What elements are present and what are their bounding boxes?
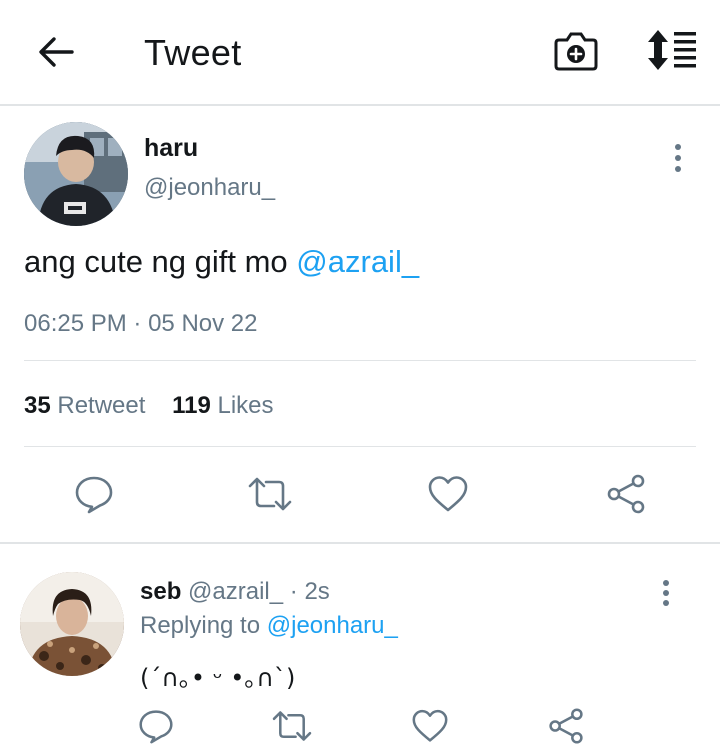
top-bar: Tweet xyxy=(0,0,720,106)
reply-actions xyxy=(0,706,720,746)
replying-handle-link[interactable]: @jeonharu_ xyxy=(267,612,398,639)
retweet-button[interactable] xyxy=(248,472,292,516)
likes-count: 119 xyxy=(172,392,211,419)
more-options-button[interactable] xyxy=(664,142,692,174)
more-dot-icon xyxy=(675,144,681,150)
author-name[interactable]: haru xyxy=(144,134,198,163)
page-title: Tweet xyxy=(144,32,242,73)
retweet-label: Retweet xyxy=(57,392,146,419)
replying-prefix: Replying to xyxy=(140,612,267,639)
tweet-timestamp: 06:25 PM · 05 Nov 22 xyxy=(24,310,257,338)
mention-link[interactable]: @azrail_ xyxy=(296,244,419,279)
reply-author-name[interactable]: seb xyxy=(140,578,181,605)
retweet-icon xyxy=(248,477,292,511)
reply-more-options-button[interactable] xyxy=(652,578,680,608)
tweet-date: 05 Nov 22 xyxy=(148,310,258,337)
camera-plus-icon xyxy=(554,32,598,71)
like-button[interactable] xyxy=(426,472,470,516)
reply-avatar[interactable] xyxy=(20,572,124,676)
tweet-body: ang cute ng gift mo xyxy=(24,244,297,279)
back-button[interactable] xyxy=(36,32,76,72)
heart-icon xyxy=(428,476,468,512)
section-divider xyxy=(0,542,720,544)
profile-photo xyxy=(20,572,124,676)
share-icon xyxy=(549,708,583,744)
reply-header: seb @azrail_ · 2s xyxy=(140,578,330,606)
reply-like-button[interactable] xyxy=(410,706,450,746)
reply-text: (´∩｡• ᵕ •｡∩`) xyxy=(140,664,296,692)
sort-list-icon xyxy=(648,30,696,70)
tweet-time: 06:25 PM xyxy=(24,310,127,337)
reply-separator: · xyxy=(289,578,298,605)
heart-icon xyxy=(412,709,448,742)
share-button[interactable] xyxy=(604,472,648,516)
camera-button[interactable] xyxy=(553,30,599,72)
tweet-actions xyxy=(0,472,720,516)
share-icon xyxy=(607,474,645,514)
retweet-count: 35 xyxy=(24,392,51,419)
divider xyxy=(24,360,696,361)
reply-share-button[interactable] xyxy=(546,706,586,746)
tweet-stats: 35 Retweet 119 Likes xyxy=(24,392,274,420)
likes-stat[interactable]: 119 Likes xyxy=(172,392,273,419)
retweet-stat[interactable]: 35 Retweet xyxy=(24,392,145,419)
avatar[interactable] xyxy=(24,122,128,226)
more-dot-icon xyxy=(663,600,669,606)
replying-to: Replying to @jeonharu_ xyxy=(140,612,398,640)
comment-icon xyxy=(75,476,113,514)
more-dot-icon xyxy=(675,155,681,161)
reply-author-handle[interactable]: @azrail_ xyxy=(188,578,283,605)
divider xyxy=(24,446,696,447)
arrow-left-icon xyxy=(39,37,74,67)
more-dot-icon xyxy=(675,166,681,172)
likes-label: Likes xyxy=(217,392,274,419)
more-dot-icon xyxy=(663,580,669,586)
reply-retweet-button[interactable] xyxy=(272,706,312,746)
more-dot-icon xyxy=(663,590,669,596)
tweet-text: ang cute ng gift mo @azrail_ xyxy=(24,244,419,280)
sort-button[interactable] xyxy=(644,28,700,72)
comment-icon xyxy=(139,710,173,744)
retweet-icon xyxy=(272,711,312,741)
profile-photo xyxy=(24,122,128,226)
reply-reply-button[interactable] xyxy=(136,706,176,746)
reply-age: 2s xyxy=(304,578,330,605)
timestamp-separator: · xyxy=(133,310,142,337)
author-handle[interactable]: @jeonharu_ xyxy=(144,174,275,202)
reply-button[interactable] xyxy=(72,472,116,516)
